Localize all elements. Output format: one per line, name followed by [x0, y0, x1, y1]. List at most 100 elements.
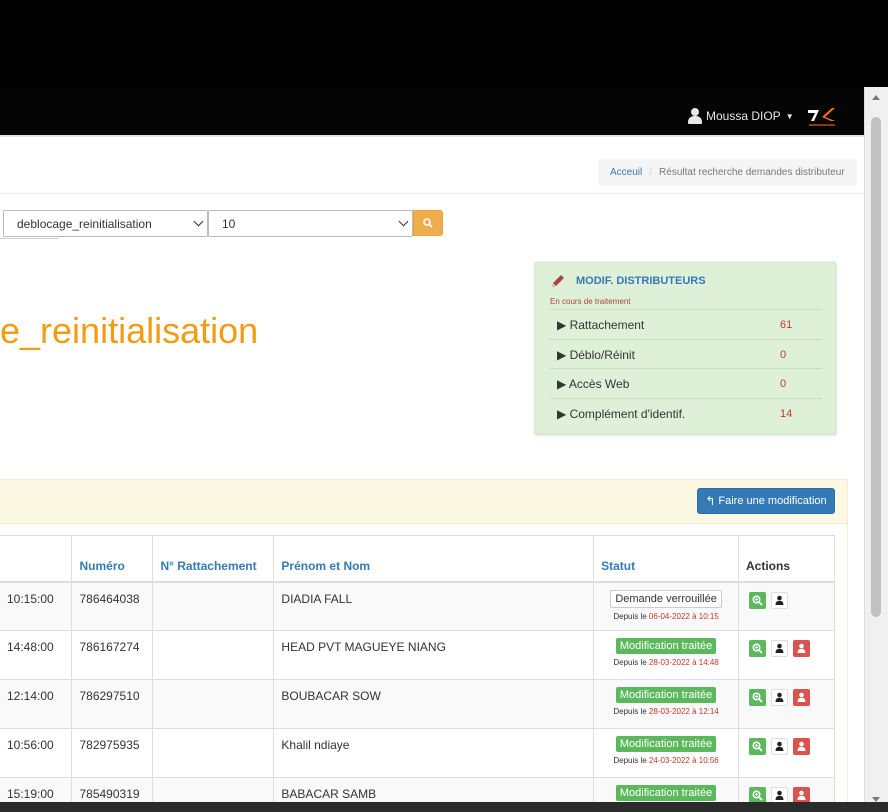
user-menu[interactable]: Moussa DIOP ▼ [688, 108, 794, 124]
stat-value: 0 [780, 348, 787, 361]
cell-numero: 786464038 [71, 581, 154, 631]
stats-panel-header: MODIF. DISTRIBUTEURS [550, 273, 706, 289]
cell-actions [738, 679, 835, 729]
stats-panel: MODIF. DISTRIBUTEURS En cours de traitem… [535, 262, 836, 434]
user-icon [688, 108, 702, 124]
cell-statut: Modification traitée Depuis le 24-03-2022… [593, 728, 740, 778]
table-row[interactable]: 10:15:00 786464038 DIADIA FALL Demande verr… [0, 581, 835, 631]
view-icon[interactable] [749, 689, 767, 706]
reply-icon: ↰ [705, 494, 716, 508]
col-actions: Actions [738, 535, 835, 583]
stat-value: 0 [780, 377, 787, 390]
cell-numero: 786167274 [71, 630, 154, 680]
scroll-up-icon[interactable] [872, 95, 880, 100]
breadcrumb: Acceuil / Résultat recherche demandes di… [598, 159, 857, 186]
status-since: Depuis le 24-03-2022 à 10:56 [601, 756, 731, 765]
user-icon[interactable] [771, 738, 789, 755]
col-statut[interactable]: Statut [593, 535, 740, 583]
cell-statut: Demande verrouillée Depuis le 06-04-2022 … [593, 581, 740, 631]
faire-modification-label: Faire une modification [718, 495, 827, 507]
chevron-down-icon [193, 216, 204, 227]
cell-nom: Khalil ndiaye [273, 728, 595, 778]
chevron-down-icon [398, 216, 409, 227]
breadcrumb-current: Résultat recherche demandes distributeur [659, 167, 845, 178]
view-icon[interactable] [749, 738, 767, 755]
view-icon[interactable] [749, 640, 767, 657]
col-nom[interactable]: Prénom et Nom [273, 535, 595, 583]
cell-rattachement [152, 581, 275, 631]
status-badge: Demande verrouillée [610, 589, 722, 608]
cell-numero: 782975935 [71, 728, 154, 778]
since-date: 06-04-2022 à 10:15 [648, 611, 719, 621]
count-select[interactable]: 10 [208, 210, 413, 237]
user-icon[interactable] [771, 640, 789, 657]
view-icon[interactable] [749, 591, 767, 609]
stat-label: ▶ Rattachement [557, 317, 645, 332]
scrollbar[interactable] [864, 87, 888, 812]
since-prefix: Depuis le [613, 756, 649, 765]
search-icon [423, 218, 433, 228]
cell-statut: Modification traitée Depuis le 28-03-2022… [593, 630, 740, 680]
divider [0, 193, 864, 194]
stat-value: 61 [780, 318, 793, 331]
since-prefix: Depuis le [613, 707, 649, 716]
pencil-icon [552, 275, 564, 287]
scrollbar-thumb[interactable] [871, 117, 881, 617]
page-title: e_reinitialisation [0, 310, 259, 351]
search-button[interactable] [413, 210, 443, 236]
since-date: 24-03-2022 à 10:56 [648, 756, 719, 765]
user-delete-icon[interactable] [793, 689, 811, 706]
cell-rattachement [152, 630, 275, 680]
breadcrumb-home-link[interactable]: Acceuil [610, 167, 642, 178]
since-prefix: Depuis le [613, 611, 649, 621]
col-time[interactable] [0, 535, 73, 583]
stats-panel-subtitle: En cours de traitement [550, 297, 631, 306]
table-row[interactable]: 10:56:00 782975935 Khalil ndiaye Modificati… [0, 728, 835, 778]
cell-time: 14:48:00 [0, 630, 73, 680]
top-black-area [0, 0, 888, 87]
user-delete-icon[interactable] [793, 738, 811, 755]
faire-modification-button[interactable]: ↰ Faire une modification [697, 488, 835, 514]
since-prefix: Depuis le [613, 658, 649, 667]
results-table: Numéro N° Rattachement Prénom et Nom Sta… [0, 535, 835, 812]
type-select[interactable]: deblocage_reinitialisation [3, 210, 208, 237]
status-since: Depuis le 28-03-2022 à 12:14 [601, 707, 731, 716]
table-row[interactable]: 14:48:00 786167274 HEAD PVT MAGUEYE NIANG M… [0, 630, 835, 680]
orange-money-logo[interactable] [807, 107, 837, 131]
bottom-edge [0, 802, 888, 812]
count-select-value: 10 [222, 216, 236, 231]
stat-row-deblo[interactable]: ▶ Déblo/Réinit 0 [550, 339, 822, 369]
stat-value: 14 [780, 407, 793, 420]
cell-actions [738, 630, 835, 680]
status-badge: Modification traitée [615, 687, 717, 703]
cell-time: 12:14:00 [0, 679, 73, 729]
stat-label: ▶ Accès Web [557, 376, 630, 391]
user-name: Moussa DIOP [706, 109, 781, 123]
cell-nom: DIADIA FALL [273, 581, 595, 631]
user-icon[interactable] [771, 591, 789, 609]
cell-rattachement [152, 679, 275, 729]
cell-time: 10:15:00 [0, 581, 73, 631]
caret-down-icon: ▼ [785, 111, 794, 121]
cell-actions [738, 728, 835, 778]
user-icon[interactable] [771, 689, 789, 706]
stats-panel-title: MODIF. DISTRIBUTEURS [576, 275, 706, 287]
col-numero[interactable]: Numéro [71, 535, 154, 583]
cell-nom: BOUBACAR SOW [273, 679, 595, 729]
status-badge: Modification traitée [615, 638, 717, 654]
breadcrumb-separator: / [649, 167, 653, 178]
stat-row-acces-web[interactable]: ▶ Accès Web 0 [550, 368, 822, 398]
cell-time: 10:56:00 [0, 728, 73, 778]
stat-label: ▶ Complément d'identif. [557, 406, 686, 421]
stat-row-rattachement[interactable]: ▶ Rattachement 61 [550, 309, 822, 339]
type-select-value: deblocage_reinitialisation [17, 216, 152, 231]
stat-row-complement[interactable]: ▶ Complément d'identif. 14 [550, 398, 822, 428]
status-badge: Modification traitée [615, 785, 717, 801]
table-row[interactable]: 12:14:00 786297510 BOUBACAR SOW Modificatio… [0, 679, 835, 729]
user-delete-icon[interactable] [793, 640, 811, 657]
since-date: 28-03-2022 à 12:14 [648, 707, 719, 716]
since-date: 28-03-2022 à 14:48 [648, 658, 719, 667]
col-rattachement[interactable]: N° Rattachement [152, 535, 275, 583]
cell-numero: 786297510 [71, 679, 154, 729]
stat-label: ▶ Déblo/Réinit [557, 347, 635, 362]
